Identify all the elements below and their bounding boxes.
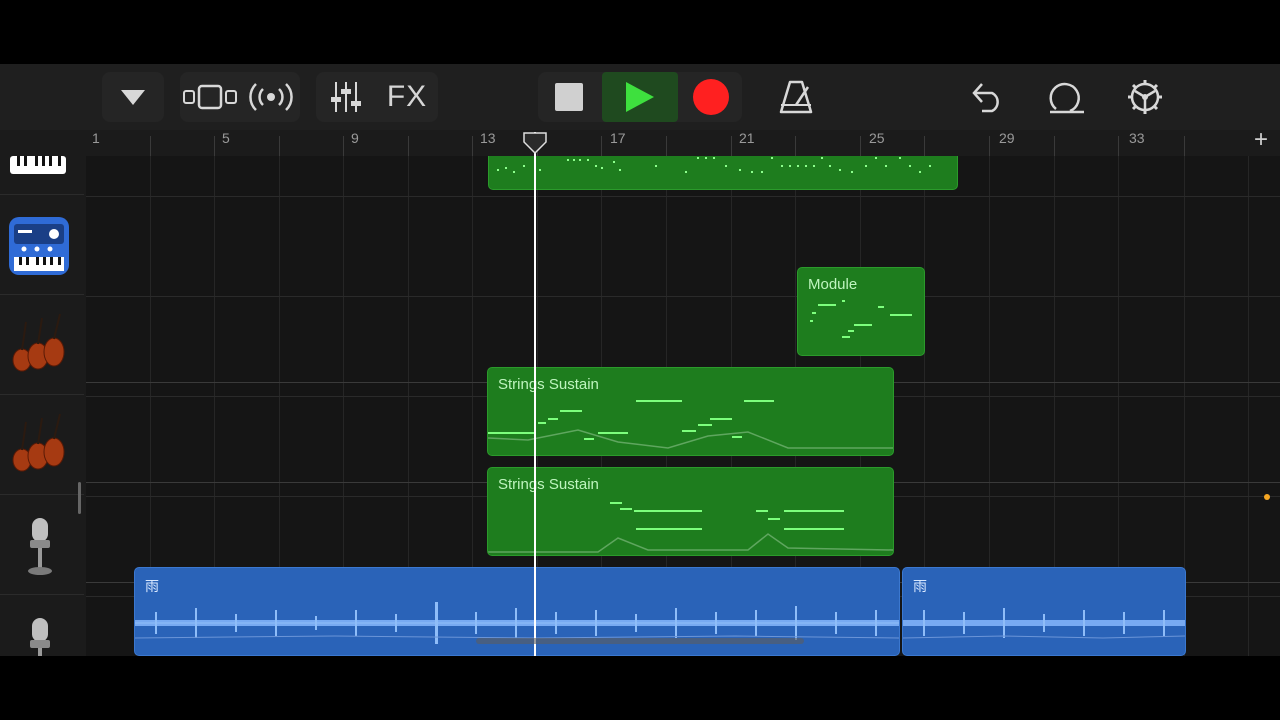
audio-region[interactable]: 雨 [902, 567, 1186, 656]
midi-region-keys[interactable] [488, 156, 958, 190]
mixer-button[interactable] [316, 72, 376, 122]
automation-curve [488, 429, 893, 449]
stop-icon [555, 83, 583, 111]
record-button[interactable] [680, 72, 742, 122]
toolbar: FX [0, 64, 1280, 130]
synth-module-icon [9, 217, 69, 275]
bar-ruler[interactable]: 1 5 9 13 17 21 25 29 33 [86, 130, 1280, 156]
region-label: 雨 [913, 578, 927, 594]
playhead-handle[interactable] [522, 132, 548, 154]
track-headers [0, 156, 84, 656]
midi-region-strings-1[interactable]: Strings Sustain [487, 367, 894, 456]
bar-number: 33 [1129, 130, 1145, 146]
undo-button[interactable] [958, 72, 1018, 122]
metronome-icon [779, 80, 813, 114]
playhead-line[interactable] [534, 132, 536, 656]
garageband-screen: FX 1 5 9 13 17 21 25 29 33 + Module Stri… [0, 64, 1280, 656]
fx-button[interactable]: FX [376, 72, 438, 122]
bar-number: 1 [92, 130, 100, 146]
bar-number: 5 [222, 130, 230, 146]
broadcast-icon [249, 83, 293, 111]
sliders-icon [331, 82, 361, 112]
region-label: Module [808, 276, 858, 293]
stop-button[interactable] [538, 72, 600, 122]
bar-number: 17 [610, 130, 626, 146]
track-header-module[interactable] [8, 216, 70, 276]
track-header-keys[interactable] [8, 156, 70, 180]
region-label: Strings Sustain [498, 376, 599, 393]
waveform [903, 608, 1185, 639]
settings-button[interactable] [1114, 72, 1176, 122]
track-header-mic-1[interactable] [22, 516, 58, 578]
tracks-view-icon [183, 84, 237, 110]
bar-number: 25 [869, 130, 885, 146]
track-header-strings-2[interactable] [8, 412, 70, 476]
midi-region-strings-2[interactable]: Strings Sustain [487, 467, 894, 556]
play-button[interactable] [602, 72, 678, 122]
cello-icon [12, 413, 65, 472]
browser-dropdown-button[interactable] [102, 72, 164, 122]
add-section-button[interactable]: + [1254, 126, 1268, 154]
track-indicator-dot [1264, 494, 1270, 500]
bar-number: 9 [351, 130, 359, 146]
loop-icon [1049, 82, 1084, 114]
horizontal-scroll-indicator[interactable] [476, 638, 804, 644]
live-loops-button[interactable] [242, 72, 300, 122]
metronome-button[interactable] [766, 72, 826, 122]
region-label: 雨 [145, 578, 159, 594]
bar-number: 29 [999, 130, 1015, 146]
tracks-view-button[interactable] [180, 72, 240, 122]
play-icon [626, 82, 654, 112]
tracks-area[interactable]: Module Strings Sustain Strings Sustain 雨… [86, 156, 1280, 656]
chevron-down-icon [121, 90, 145, 105]
microphone-icon [28, 518, 52, 575]
cello-icon [12, 313, 65, 372]
loop-browser-button[interactable] [1036, 72, 1098, 122]
keyboard-icon [10, 156, 66, 174]
region-label: Strings Sustain [498, 476, 599, 493]
track-header-strings-1[interactable] [8, 312, 70, 376]
undo-icon [972, 83, 999, 113]
fx-label: FX [386, 80, 428, 113]
midi-region-module[interactable]: Module [797, 267, 925, 356]
gear-icon [1128, 80, 1162, 114]
automation-curve [488, 533, 893, 553]
bar-number: 21 [739, 130, 755, 146]
vertical-scroll-indicator[interactable] [78, 482, 81, 514]
microphone-icon [30, 618, 50, 656]
track-header-mic-2[interactable] [22, 616, 58, 656]
record-icon [693, 79, 729, 115]
bar-number: 13 [480, 130, 496, 146]
